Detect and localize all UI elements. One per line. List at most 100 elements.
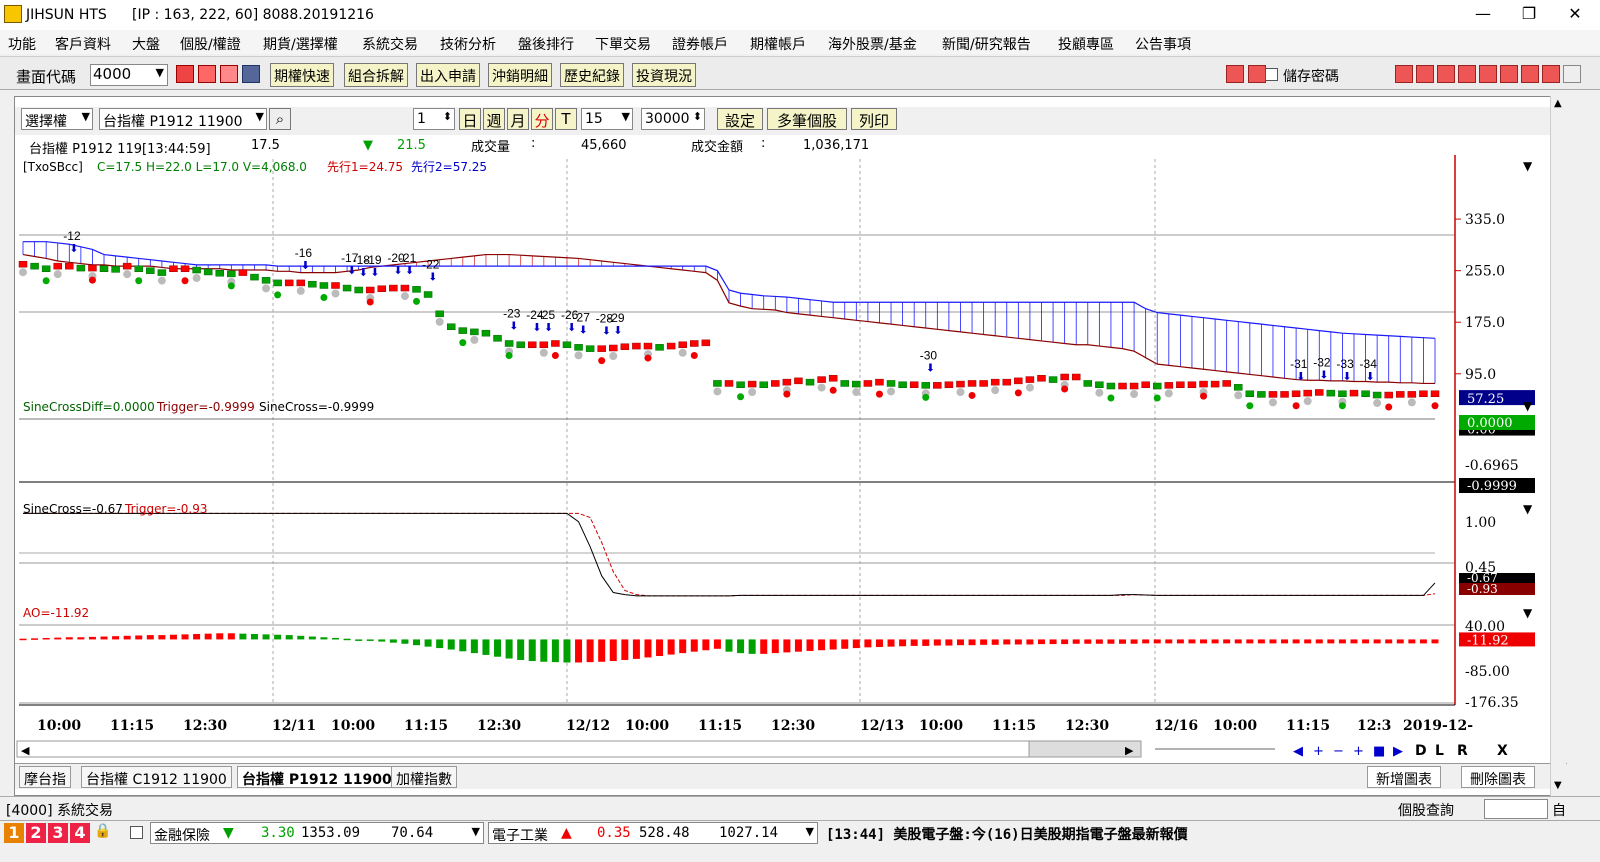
offset-detail-button[interactable]: 沖銷明細	[488, 63, 552, 87]
menu-item[interactable]: 投顧專區	[1058, 34, 1114, 54]
signal-label: -21	[399, 251, 417, 265]
price-candle	[886, 380, 896, 387]
scroll-down-icon[interactable]: ▼	[1554, 780, 1562, 791]
price-candle	[1303, 389, 1312, 397]
x-axis-label: 11:15	[1286, 718, 1330, 734]
x-axis-label: 11:15	[404, 718, 448, 734]
draw-arrow-icon[interactable]	[1458, 65, 1476, 83]
menu-item[interactable]: 大盤	[132, 34, 160, 54]
chevron-down-icon[interactable]: ▼	[472, 825, 480, 838]
signal-arrow-icon: ⬇	[1342, 370, 1351, 383]
workspace-tab-2[interactable]: 2	[26, 823, 46, 843]
price-candle	[782, 378, 792, 386]
menu-item[interactable]: 期權帳戶	[750, 34, 806, 54]
diff-legend-diff: SineCrossDiff=0.0000	[23, 400, 155, 414]
print-icon[interactable]	[220, 65, 238, 83]
period-week-button[interactable]: 週	[483, 108, 505, 130]
ao-bar	[563, 639, 571, 663]
system-trade-tab[interactable]: [4000] 系統交易	[6, 800, 113, 820]
menu-item[interactable]: 盤後排行	[518, 34, 574, 54]
x-axis-label: 12/12	[566, 718, 610, 734]
transfer-apply-button[interactable]: 出入申請	[416, 63, 480, 87]
price-candle	[1233, 384, 1243, 391]
menu-item[interactable]: 海外股票/基金	[828, 34, 917, 54]
menu-item[interactable]: 技術分析	[440, 34, 496, 54]
search-icon[interactable]	[176, 65, 194, 83]
draw-tool-icon[interactable]	[1542, 65, 1560, 83]
dropdown-icon[interactable]	[242, 65, 260, 83]
price-candle	[76, 264, 86, 272]
history-button[interactable]: 歷史紀錄	[560, 63, 624, 87]
draw-chart-icon[interactable]	[1500, 65, 1518, 83]
menu-item[interactable]: 客戶資料	[55, 34, 111, 54]
chart-canvas[interactable]: -12⬇ -16⬇-17⬇-18⬇-19⬇-20⬇-21⬇ -22⬇-23⬇-24⬇…	[15, 155, 1567, 763]
menu-item[interactable]: 證券帳戶	[672, 34, 728, 54]
minimize-icon[interactable]: —	[1468, 4, 1498, 23]
restore-icon[interactable]: ❐	[1514, 4, 1544, 23]
period-month-button[interactable]: 月	[507, 108, 529, 130]
minute-select[interactable]: 15 ▼	[581, 108, 633, 130]
bars-spinner[interactable]: 30000 ⬍	[641, 108, 705, 130]
draw-text-icon[interactable]	[1479, 65, 1497, 83]
add-chart-button[interactable]: 新增圖表	[1367, 766, 1441, 788]
menu-item[interactable]: 期貨/選擇權	[263, 34, 338, 54]
multi-stock-button[interactable]: 多筆個股	[767, 108, 847, 130]
arrow-left-icon[interactable]	[1226, 65, 1244, 83]
signal-label: -12	[63, 229, 81, 243]
vertical-scrollbar[interactable]: ▲ ▼	[1550, 96, 1566, 796]
ticker-checkbox[interactable]	[130, 826, 143, 839]
period-day-button[interactable]: 日	[459, 108, 481, 130]
chevron-down-icon[interactable]: ▼	[806, 825, 814, 838]
investment-status-button[interactable]: 投資現況	[632, 63, 696, 87]
tab-put[interactable]: 台指權 P1912 11900	[237, 766, 397, 788]
scroll-up-icon[interactable]: ▲	[1554, 98, 1562, 109]
workspace-tab-4[interactable]: 4	[70, 823, 90, 843]
type-select[interactable]: 選擇權 ▼	[21, 108, 93, 130]
draw-rect-icon[interactable]	[1416, 65, 1434, 83]
price-legend-name: [TxoSBcc]	[23, 160, 83, 174]
count-spinner[interactable]: 1 ⬍	[413, 108, 455, 130]
chevron-down-icon[interactable]: ▼	[156, 66, 164, 79]
tab-index[interactable]: 加權指數	[391, 766, 457, 788]
save-password-checkbox[interactable]	[1265, 68, 1278, 81]
x-axis-label: 10:00	[331, 718, 375, 734]
combo-split-button[interactable]: 組合拆解	[344, 63, 408, 87]
draw-cut-icon[interactable]	[1521, 65, 1539, 83]
folder-icon[interactable]	[198, 65, 216, 83]
period-tick-button[interactable]: T	[555, 108, 577, 130]
price-candle	[504, 340, 514, 347]
close-icon[interactable]: ✕	[1560, 4, 1590, 23]
menu-item[interactable]: 新聞/研究報告	[942, 34, 1031, 54]
news-ticker[interactable]: [13:44] 美股電子盤:今(16)日美股期指電子盤最新報價	[826, 824, 1188, 844]
quick-option-button[interactable]: 期權快速	[270, 63, 334, 87]
price-candle	[1060, 373, 1069, 381]
price-candle	[527, 341, 537, 349]
print-button[interactable]: 列印	[851, 108, 897, 130]
menu-item[interactable]: 功能	[8, 34, 36, 54]
symbol-search-icon[interactable]: ⌕	[269, 108, 291, 130]
arrow-right-icon[interactable]	[1248, 65, 1266, 83]
tab-mtx[interactable]: 摩台指	[19, 766, 71, 788]
screen-code-input[interactable]: 4000 ▼	[90, 64, 168, 86]
menu-item[interactable]: 下單交易	[595, 34, 651, 54]
tab-call[interactable]: 台指權 C1912 11900	[81, 766, 232, 788]
delete-chart-button[interactable]: 刪除圖表	[1461, 766, 1535, 788]
draw-line-icon[interactable]	[1395, 65, 1413, 83]
draw-fib-icon[interactable]	[1437, 65, 1455, 83]
ao-bar	[239, 633, 247, 640]
workspace-tab-3[interactable]: 3	[48, 823, 68, 843]
menu-item[interactable]: 系統交易	[362, 34, 418, 54]
window-icon[interactable]	[1563, 65, 1581, 83]
panel-menu-icon: ▼	[1523, 159, 1533, 173]
ticker1-box[interactable]: 金融保險 ▼ 3.30 1353.09 70.64 ▼	[150, 822, 484, 844]
stock-query-input[interactable]	[1484, 799, 1548, 819]
ticker2-box[interactable]: 電子工業 ▲ 0.35 528.48 1027.14 ▼	[488, 822, 818, 844]
workspace-tab-1[interactable]: 1	[4, 823, 24, 843]
period-minute-button[interactable]: 分	[531, 108, 553, 130]
menu-item[interactable]: 公告事項	[1135, 34, 1191, 54]
settings-button[interactable]: 設定	[717, 108, 763, 130]
menu-item[interactable]: 個股/權證	[180, 34, 241, 54]
symbol-select[interactable]: 台指權 P1912 11900 ▼	[99, 108, 267, 130]
price-candle	[227, 270, 236, 278]
lock-icon[interactable]: 🔒	[94, 823, 111, 839]
